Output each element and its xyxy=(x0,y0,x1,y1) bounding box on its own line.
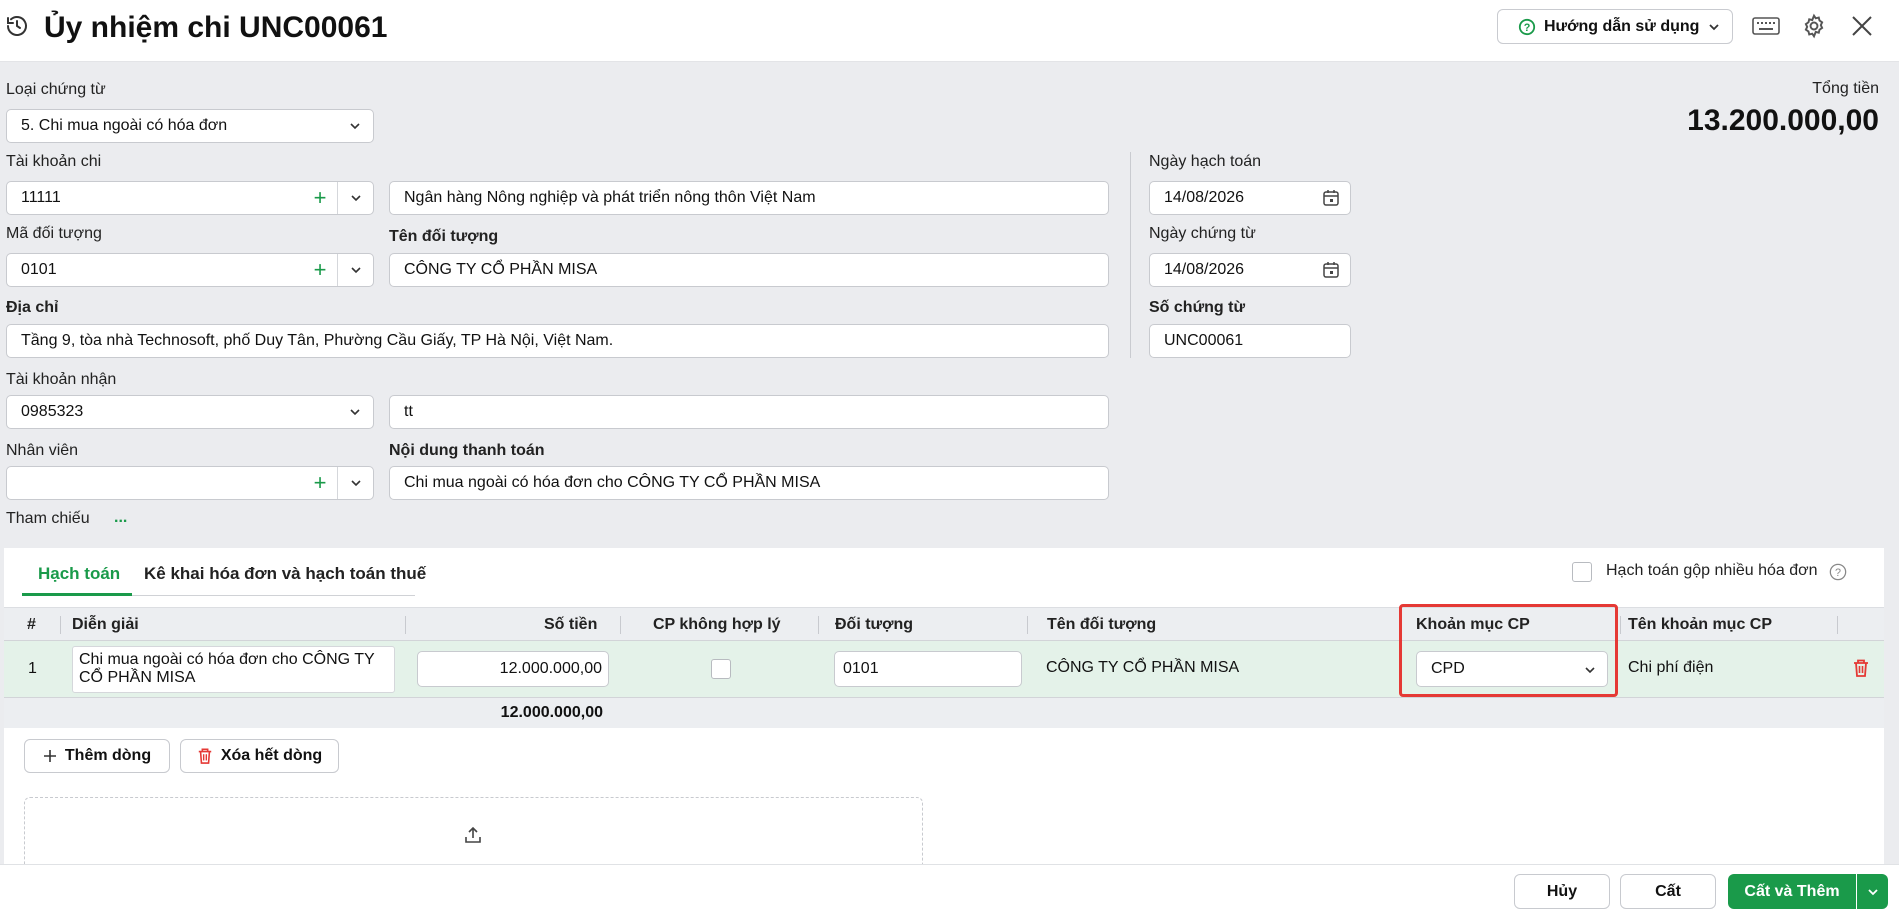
highlight-box xyxy=(1399,604,1618,697)
settings-button[interactable] xyxy=(1799,11,1829,41)
keyboard-shortcut-button[interactable] xyxy=(1751,11,1781,41)
chevron-down-icon xyxy=(337,396,373,428)
chevron-down-icon[interactable] xyxy=(337,254,373,286)
pay-account-value: 11111 xyxy=(21,189,61,206)
voucher-date-field[interactable]: 14/08/2026 xyxy=(1149,253,1351,287)
voucher-date-label: Ngày chứng từ xyxy=(1149,225,1256,242)
row-expense-item-name: Chi phí điện xyxy=(1628,659,1714,676)
pay-account-label: Tài khoản chi xyxy=(6,153,102,170)
help-label: Hướng dẫn sử dụng xyxy=(1544,17,1700,35)
voucher-type-label: Loại chứng từ xyxy=(6,81,106,98)
plus-icon xyxy=(43,750,56,762)
add-icon[interactable]: + xyxy=(303,182,337,214)
receive-bank-field[interactable]: tt xyxy=(389,395,1109,429)
add-row-label: Thêm dòng xyxy=(64,747,152,764)
object-code-value: 0101 xyxy=(21,261,57,278)
calendar-icon[interactable] xyxy=(1322,261,1340,279)
chevron-down-icon xyxy=(337,110,373,142)
merge-invoices-label: Hạch toán gộp nhiều hóa đơn xyxy=(1606,562,1818,579)
save-and-add-button[interactable]: Cất và Thêm xyxy=(1728,874,1856,909)
help-circle-icon[interactable]: ? xyxy=(1829,563,1847,581)
tab-active-indicator xyxy=(22,593,132,596)
posting-date-label: Ngày hạch toán xyxy=(1149,153,1262,170)
add-icon[interactable]: + xyxy=(303,467,337,499)
delete-all-rows-button[interactable]: Xóa hết dòng xyxy=(180,739,339,773)
bank-name-field[interactable]: Ngân hàng Nông nghiệp và phát triển nông… xyxy=(389,181,1109,215)
add-row-button[interactable]: Thêm dòng xyxy=(24,739,170,773)
delete-all-label: Xóa hết dòng xyxy=(220,747,323,764)
trash-icon[interactable] xyxy=(1852,658,1870,678)
page-title: Ủy nhiệm chi UNC00061 xyxy=(44,11,388,44)
row-amount-field[interactable]: 12.000.000,00 xyxy=(417,651,609,687)
receive-account-select[interactable]: 0985323 xyxy=(6,395,374,429)
receive-account-value: 0985323 xyxy=(21,403,84,420)
reference-label: Tham chiếu xyxy=(6,510,90,527)
keyboard-icon xyxy=(1752,17,1780,35)
voucher-type-value: 5. Chi mua ngoài có hóa đơn xyxy=(21,117,228,134)
employee-label: Nhân viên xyxy=(6,442,79,459)
row-object-field[interactable]: 0101 xyxy=(834,651,1022,687)
tab-invoice-tax[interactable]: Kê khai hóa đơn và hạch toán thuế xyxy=(144,552,426,600)
column-header-description: Diễn giải xyxy=(72,616,139,633)
column-header-object: Đối tượng xyxy=(835,616,914,633)
chevron-down-icon xyxy=(1709,23,1720,30)
reference-more-link[interactable]: ... xyxy=(114,509,127,527)
gear-icon xyxy=(1804,13,1824,39)
employee-combo[interactable]: + xyxy=(6,466,374,500)
voucher-date-value: 14/08/2026 xyxy=(1164,261,1245,278)
history-icon[interactable] xyxy=(5,14,29,38)
grid-summary-row: 12.000.000,00 xyxy=(4,698,1884,728)
column-header-object-name: Tên đối tượng xyxy=(1047,616,1157,633)
chevron-down-icon xyxy=(1867,888,1878,895)
column-header-index: # xyxy=(27,616,36,633)
total-label: Tổng tiền xyxy=(1812,80,1879,97)
column-header-amount: Số tiền xyxy=(544,616,598,633)
column-header-unreasonable-cost: CP không hợp lý xyxy=(653,616,781,633)
svg-text:?: ? xyxy=(1835,567,1841,579)
row-object-name: CÔNG TY CỔ PHẦN MISA xyxy=(1046,659,1240,676)
unreasonable-cost-checkbox[interactable] xyxy=(711,659,731,679)
posting-date-value: 14/08/2026 xyxy=(1164,189,1245,206)
calendar-icon[interactable] xyxy=(1322,189,1340,207)
dialog-footer xyxy=(0,864,1899,919)
row-index: 1 xyxy=(28,660,37,677)
object-name-label: Tên đối tượng xyxy=(389,228,499,245)
voucher-no-label: Số chứng từ xyxy=(1149,299,1246,316)
close-button[interactable] xyxy=(1847,11,1877,41)
trash-icon xyxy=(198,748,212,764)
receive-account-label: Tài khoản nhận xyxy=(6,371,117,388)
add-icon[interactable]: + xyxy=(303,254,337,286)
divider xyxy=(1130,152,1131,358)
object-name-field[interactable]: CÔNG TY CỔ PHẦN MISA xyxy=(389,253,1109,287)
address-label: Địa chỉ xyxy=(6,299,59,316)
object-code-combo[interactable]: 0101 + xyxy=(6,253,374,287)
help-circle-icon: ? xyxy=(1518,18,1536,35)
save-options-dropdown[interactable] xyxy=(1857,874,1888,909)
voucher-type-select[interactable]: 5. Chi mua ngoài có hóa đơn xyxy=(6,109,374,143)
save-button[interactable]: Cất xyxy=(1620,874,1716,909)
help-button[interactable]: ? Hướng dẫn sử dụng xyxy=(1497,9,1733,44)
row-description-field[interactable]: Chi mua ngoài có hóa đơn cho CÔNG TY CỔ … xyxy=(72,646,395,693)
payment-content-label: Nội dung thanh toán xyxy=(389,442,545,459)
svg-text:?: ? xyxy=(1524,22,1531,34)
sum-amount: 12.000.000,00 xyxy=(500,704,603,721)
posting-date-field[interactable]: 14/08/2026 xyxy=(1149,181,1351,215)
close-icon xyxy=(1852,16,1872,36)
address-field[interactable]: Tầng 9, tòa nhà Technosoft, phố Duy Tân,… xyxy=(6,324,1109,358)
upload-icon xyxy=(465,826,481,843)
cancel-button[interactable]: Hủy xyxy=(1514,874,1610,909)
total-value: 13.200.000,00 xyxy=(1687,104,1879,137)
payment-content-field[interactable]: Chi mua ngoài có hóa đơn cho CÔNG TY CỔ … xyxy=(389,466,1109,500)
object-code-label: Mã đối tượng xyxy=(6,225,102,242)
voucher-no-field[interactable]: UNC00061 xyxy=(1149,324,1351,358)
column-header-expense-item-name: Tên khoản mục CP xyxy=(1628,616,1773,633)
pay-account-combo[interactable]: 11111 + xyxy=(6,181,374,215)
chevron-down-icon[interactable] xyxy=(337,467,373,499)
attachment-dropzone[interactable] xyxy=(24,797,923,867)
chevron-down-icon[interactable] xyxy=(337,182,373,214)
merge-invoices-checkbox[interactable] xyxy=(1572,562,1592,582)
